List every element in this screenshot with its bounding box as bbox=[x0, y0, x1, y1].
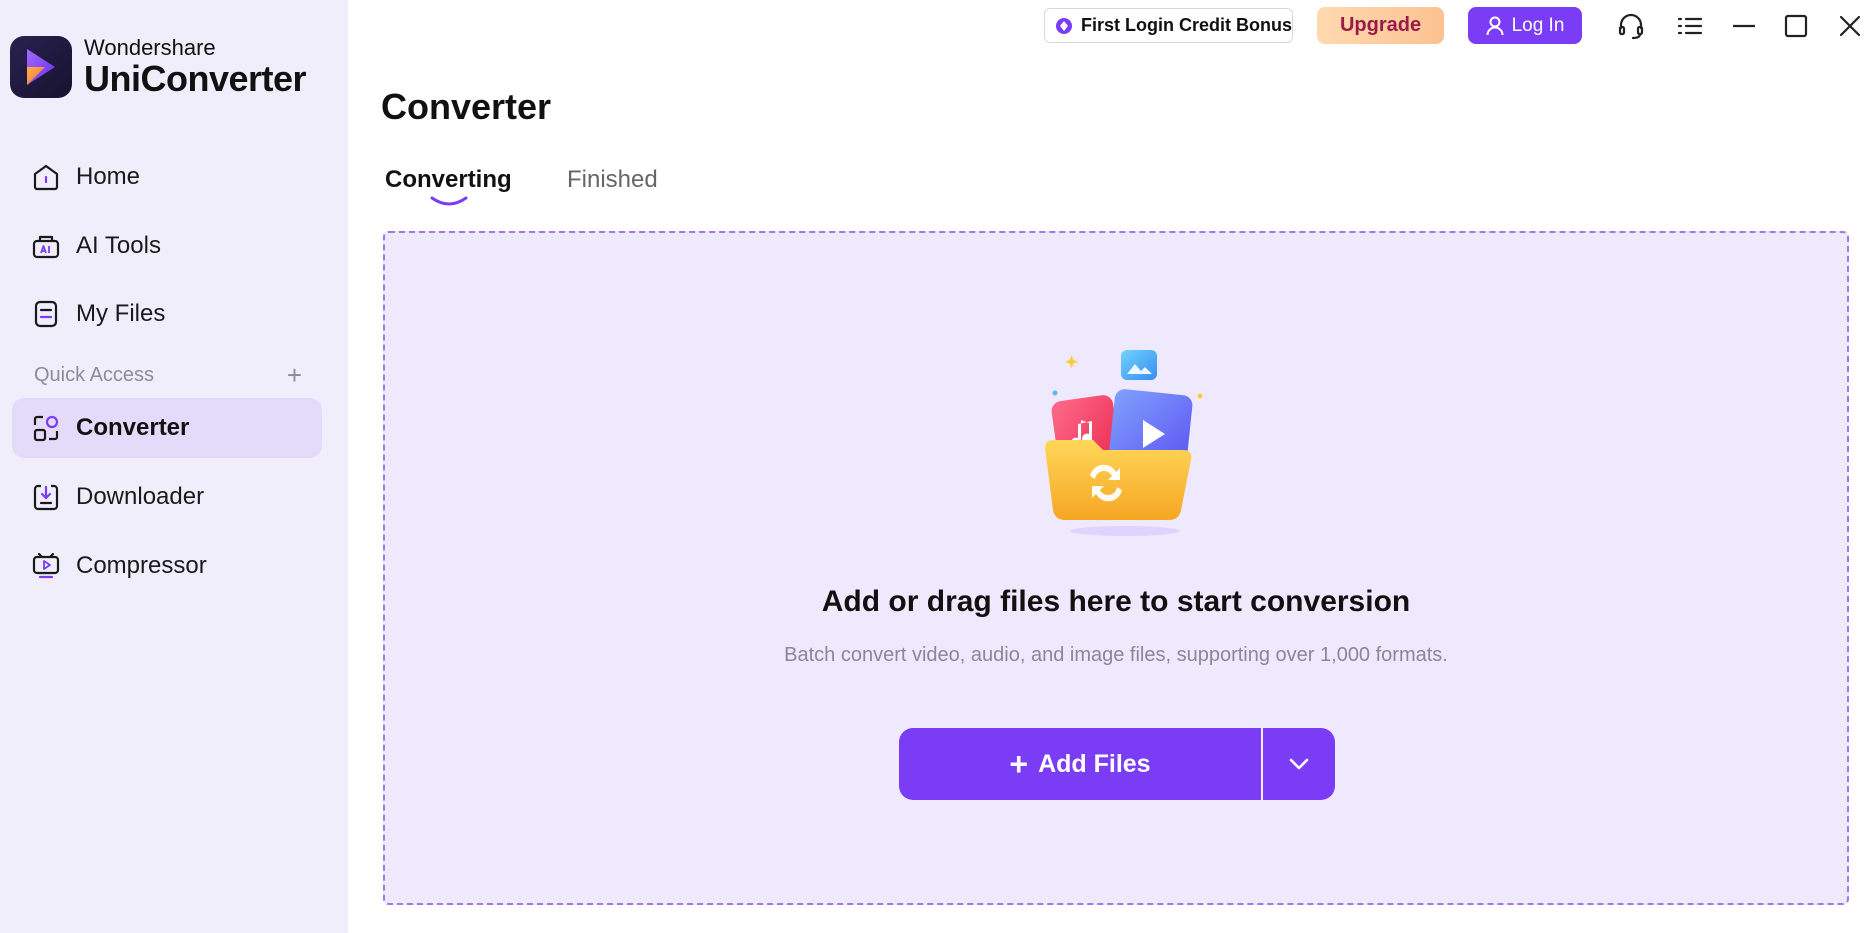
sidebar-item-ai-tools[interactable]: AI Tools bbox=[12, 216, 322, 276]
support-headset-icon[interactable] bbox=[1615, 10, 1647, 42]
plus-icon: + bbox=[1009, 745, 1029, 782]
quick-access-label: Quick Access bbox=[34, 363, 155, 386]
upgrade-button[interactable]: Upgrade bbox=[1317, 7, 1444, 44]
my-files-icon bbox=[30, 298, 62, 330]
add-files-button-group: + Add Files bbox=[899, 728, 1335, 800]
sidebar-item-label: Converter bbox=[76, 414, 190, 441]
tab-active-underline bbox=[430, 196, 468, 206]
add-files-label: Add Files bbox=[1038, 749, 1151, 778]
sidebar-item-home[interactable]: Home bbox=[12, 147, 322, 207]
converter-icon bbox=[30, 412, 62, 444]
sidebar-item-converter[interactable]: Converter bbox=[12, 398, 322, 458]
bonus-label: First Login Credit Bonus bbox=[1081, 15, 1292, 35]
maximize-icon[interactable] bbox=[1780, 10, 1812, 42]
dropzone-subtitle: Batch convert video, audio, and image fi… bbox=[784, 644, 1448, 666]
minimize-icon[interactable] bbox=[1728, 10, 1760, 42]
page-title: Converter bbox=[381, 86, 552, 127]
sidebar-item-label: Downloader bbox=[76, 483, 205, 510]
tab-finished[interactable]: Finished bbox=[567, 166, 658, 194]
login-button[interactable]: Log In bbox=[1468, 7, 1582, 44]
sidebar-item-label: AI Tools bbox=[76, 232, 161, 259]
first-login-bonus-button[interactable]: First Login Credit Bonus bbox=[1044, 8, 1293, 43]
sidebar-item-label: Compressor bbox=[76, 552, 207, 579]
add-files-button[interactable]: + Add Files bbox=[899, 728, 1261, 800]
chevron-down-icon bbox=[1289, 758, 1309, 770]
add-quick-access-plus-icon[interactable]: + bbox=[287, 362, 302, 388]
sidebar-item-label: Home bbox=[76, 163, 141, 190]
sidebar-item-label: My Files bbox=[76, 300, 166, 327]
bonus-diamond-icon bbox=[1056, 17, 1072, 34]
sidebar-item-my-files[interactable]: My Files bbox=[12, 284, 322, 344]
add-files-separator bbox=[1261, 728, 1263, 800]
app-logo-icon bbox=[10, 36, 72, 98]
login-label: Log In bbox=[1511, 14, 1565, 36]
quick-access-header: Quick Access + bbox=[34, 362, 302, 388]
folder-media-illustration-icon bbox=[1045, 350, 1203, 536]
user-icon bbox=[1486, 16, 1504, 35]
sidebar-item-compressor[interactable]: Compressor bbox=[12, 536, 322, 596]
tab-converting[interactable]: Converting bbox=[385, 166, 512, 194]
home-icon bbox=[30, 161, 62, 193]
brand: Wondershare UniConverter bbox=[10, 35, 307, 99]
brand-product: UniConverter bbox=[84, 58, 307, 99]
sidebar-item-downloader[interactable]: Downloader bbox=[12, 467, 322, 527]
close-icon[interactable] bbox=[1834, 10, 1866, 42]
brand-company: Wondershare bbox=[84, 35, 216, 60]
sidebar: Wondershare UniConverter Home AI Tools M… bbox=[0, 0, 348, 933]
top-bar: First Login Credit Bonus Upgrade Log In bbox=[348, 0, 1873, 52]
ai-tools-icon bbox=[30, 230, 62, 262]
downloader-icon bbox=[30, 481, 62, 513]
menu-list-icon[interactable] bbox=[1674, 10, 1706, 42]
compressor-icon bbox=[30, 550, 62, 582]
add-files-dropdown-button[interactable] bbox=[1263, 728, 1335, 800]
dropzone-title: Add or drag files here to start conversi… bbox=[821, 585, 1411, 618]
file-drop-zone[interactable]: Add or drag files here to start conversi… bbox=[383, 231, 1849, 905]
